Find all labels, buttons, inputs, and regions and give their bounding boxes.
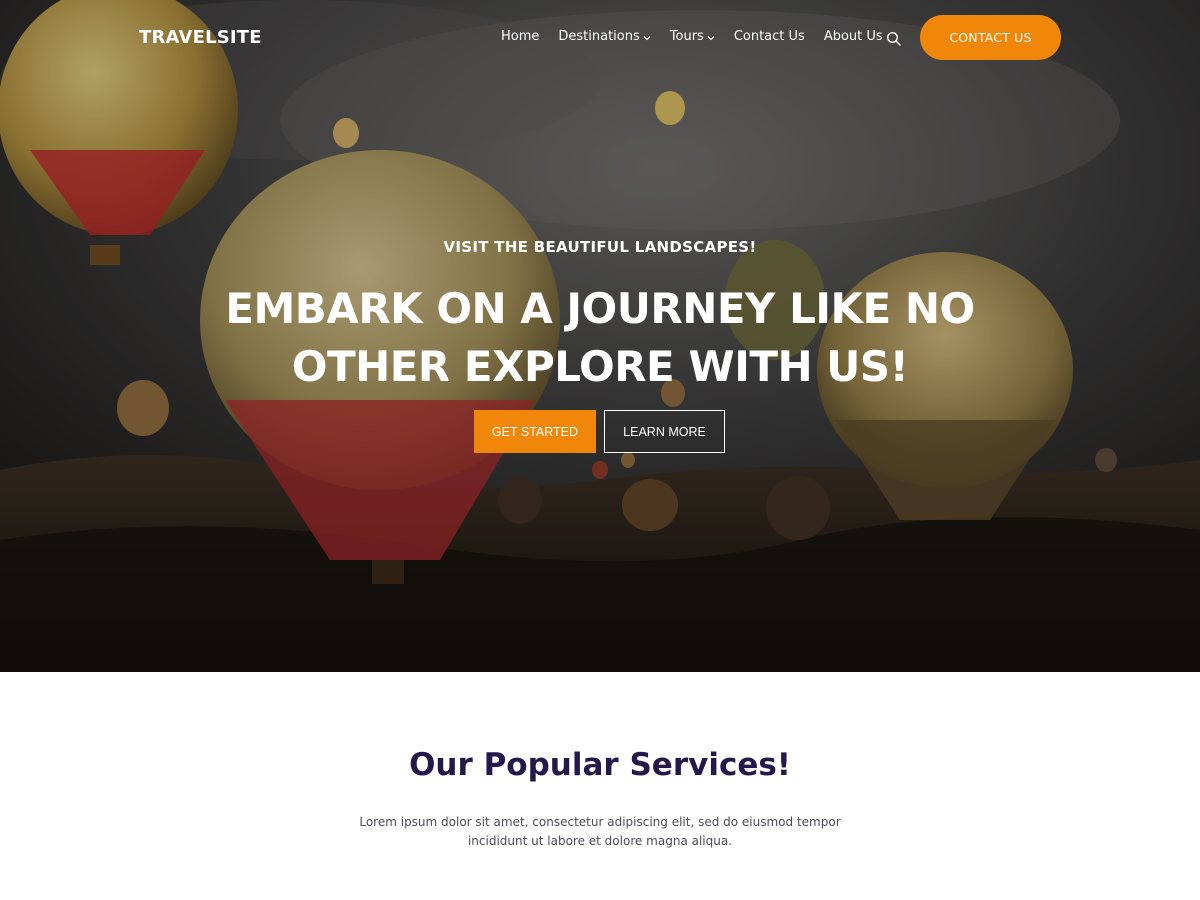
site-header: TRAVELSITE Home Destinations Tours Conta…: [0, 0, 1200, 76]
nav-item-tours[interactable]: Tours: [670, 29, 715, 44]
hero-section: TRAVELSITE Home Destinations Tours Conta…: [0, 0, 1200, 672]
hero-title-line: EMBARK ON A JOURNEY LIKE NO: [225, 284, 975, 333]
hero-title: EMBARK ON A JOURNEY LIKE NO OTHER EXPLOR…: [200, 280, 1000, 396]
services-section: Our Popular Services! Lorem ipsum dolor …: [0, 672, 1200, 900]
get-started-button[interactable]: GET STARTED: [474, 410, 596, 453]
nav-item-label: Home: [501, 29, 540, 44]
nav-item-about-us[interactable]: About Us: [824, 29, 883, 44]
nav-item-destinations[interactable]: Destinations: [558, 29, 651, 44]
hero-subtitle: VISIT THE BEAUTIFUL LANDSCAPES!: [443, 238, 757, 256]
nav-item-label: Destinations: [558, 29, 640, 44]
main-nav: Home Destinations Tours Contact Us About…: [501, 29, 902, 44]
chevron-down-icon: [643, 35, 651, 40]
nav-item-label: Contact Us: [733, 29, 805, 44]
nav-item-home[interactable]: Home: [501, 29, 539, 44]
services-title: Our Popular Services!: [409, 747, 791, 783]
learn-more-button[interactable]: LEARN MORE: [604, 410, 725, 453]
chevron-down-icon: [707, 35, 715, 40]
site-logo[interactable]: TRAVELSITE: [139, 27, 262, 48]
contact-us-button[interactable]: CONTACT US: [920, 15, 1061, 60]
nav-item-contact-us[interactable]: Contact Us: [734, 29, 805, 44]
search-icon[interactable]: [886, 31, 902, 47]
hero-title-line: OTHER EXPLORE WITH US!: [291, 342, 909, 391]
services-description-line: Lorem ipsum dolor sit amet, consectetur …: [359, 815, 841, 829]
nav-item-label: About Us: [823, 29, 883, 44]
nav-item-label: Tours: [669, 29, 704, 44]
services-description: Lorem ipsum dolor sit amet, consectetur …: [340, 813, 860, 851]
services-description-line: incididunt ut labore et dolore magna ali…: [467, 834, 733, 848]
